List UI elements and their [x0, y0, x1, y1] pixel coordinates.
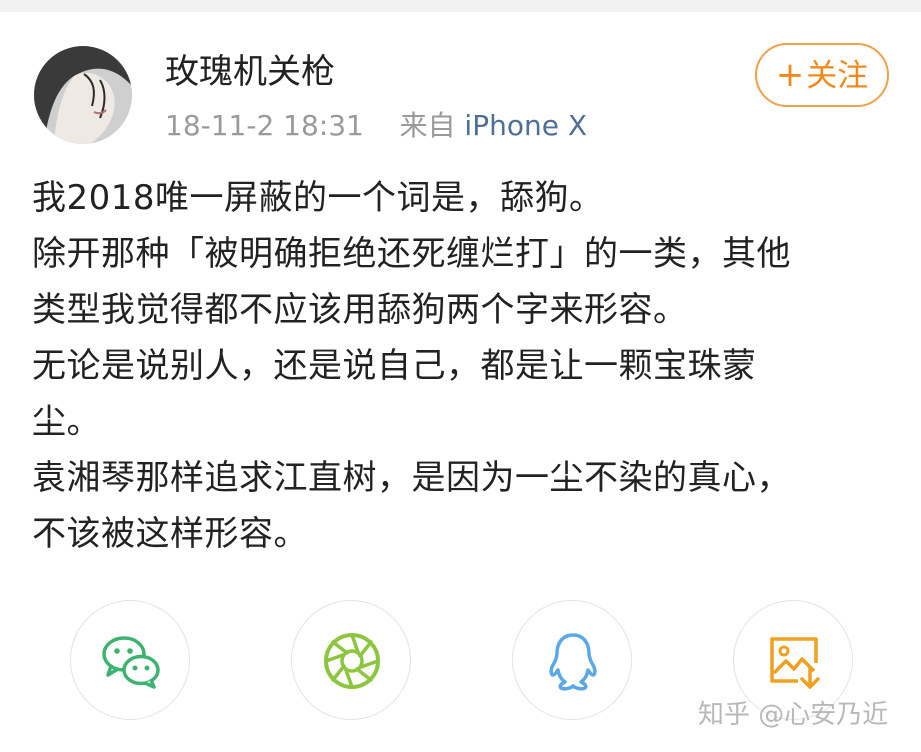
content-line: 不该被这样形容。	[32, 514, 308, 554]
follow-label: 关注	[806, 58, 869, 94]
content-line: 除开那种「被明确拒绝还死缠烂打」的一类，其他	[32, 234, 791, 274]
follow-button[interactable]: +关注	[755, 43, 889, 107]
post-content: 我2018唯一屏蔽的一个词是，舔狗。 除开那种「被明确拒绝还死缠烂打」的一类，其…	[32, 170, 892, 562]
content-line: 类型我觉得都不应该用舔狗两个字来形容。	[32, 290, 688, 330]
post-meta: 18-11-2 18:31 来自 iPhone X	[165, 107, 587, 145]
qq-icon	[549, 633, 597, 691]
watermark: 知乎 @心安乃近	[698, 700, 889, 730]
moments-icon	[324, 633, 380, 689]
top-divider	[0, 0, 921, 12]
avatar-image	[34, 46, 132, 144]
save-image-icon	[770, 637, 820, 689]
share-moments-button[interactable]	[291, 600, 411, 720]
plus-icon: +	[775, 55, 805, 95]
post-datetime: 18-11-2 18:31	[165, 109, 364, 142]
content-line: 无论是说别人，还是说自己，都是让一颗宝珠蒙	[32, 346, 757, 386]
source-device[interactable]: iPhone X	[464, 109, 587, 142]
content-line: 我2018唯一屏蔽的一个词是，舔狗。	[32, 178, 604, 218]
share-qq-button[interactable]	[512, 600, 632, 720]
avatar[interactable]	[34, 46, 132, 144]
share-wechat-button[interactable]	[70, 600, 190, 720]
content-line: 尘。	[32, 402, 101, 442]
username[interactable]: 玫瑰机关枪	[165, 50, 335, 94]
source-prefix: 来自	[399, 109, 456, 142]
content-line: 袁湘琴那样追求江直树，是因为一尘不染的真心，	[32, 458, 791, 498]
wechat-icon	[102, 636, 160, 689]
